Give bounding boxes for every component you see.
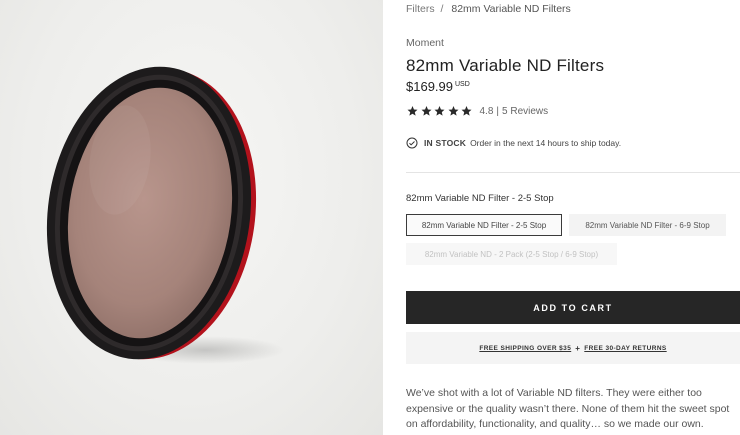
free-shipping-link[interactable]: FREE SHIPPING OVER $35 <box>479 345 571 352</box>
product-info: Filters / 82mm Variable ND Filters Momen… <box>406 0 740 435</box>
star-icon <box>461 106 472 116</box>
star-icon <box>448 106 458 116</box>
check-circle-icon <box>406 137 418 148</box>
filter-illustration <box>46 66 285 364</box>
product-title: 82mm Variable ND Filters <box>406 56 605 75</box>
stock-message: Order in the next 14 hours to ship today… <box>470 137 622 148</box>
reviews-link[interactable]: 5 Reviews <box>502 106 548 117</box>
breadcrumb-current: 82mm Variable ND Filters <box>451 3 571 15</box>
price-currency: USD <box>455 81 470 88</box>
breadcrumb-link-filters[interactable]: Filters <box>406 3 435 15</box>
rating-score: 4.8 <box>479 105 494 117</box>
star-icon <box>421 106 431 116</box>
variant-option-2-pack[interactable]: 82mm Variable ND - 2 Pack (2-5 Stop / 6-… <box>406 243 617 265</box>
price-amount: $169.99 <box>406 79 453 94</box>
shipping-banner: FREE SHIPPING OVER $35 + FREE 30-DAY RET… <box>406 332 740 364</box>
rating-separator: | <box>496 105 500 117</box>
breadcrumb: Filters / 82mm Variable ND Filters <box>406 3 571 15</box>
free-returns-link[interactable]: FREE 30-DAY RETURNS <box>584 345 666 352</box>
product-image[interactable] <box>0 0 383 435</box>
star-icon <box>434 106 445 116</box>
rating-stars <box>406 105 474 117</box>
add-to-cart-button[interactable]: ADD TO CART <box>406 291 740 324</box>
breadcrumb-separator: / <box>440 3 444 15</box>
star-icon <box>407 106 418 116</box>
product-description: We’ve shot with a lot of Variable ND fil… <box>406 387 730 430</box>
product-price: $169.99 USD <box>406 79 470 94</box>
rating-summary[interactable]: 4.8 | 5 Reviews <box>406 104 548 118</box>
shipping-plus: + <box>575 343 581 353</box>
section-divider <box>406 172 740 173</box>
variant-option-6-9-stop[interactable]: 82mm Variable ND Filter - 6-9 Stop <box>569 214 726 236</box>
variant-selected-label: 82mm Variable ND Filter - 2-5 Stop <box>406 193 554 204</box>
stock-status: IN STOCK Order in the next 14 hours to s… <box>406 136 621 149</box>
stock-label: IN STOCK <box>424 137 467 148</box>
variant-option-2-5-stop[interactable]: 82mm Variable ND Filter - 2-5 Stop <box>406 214 562 236</box>
product-brand[interactable]: Moment <box>406 37 444 49</box>
